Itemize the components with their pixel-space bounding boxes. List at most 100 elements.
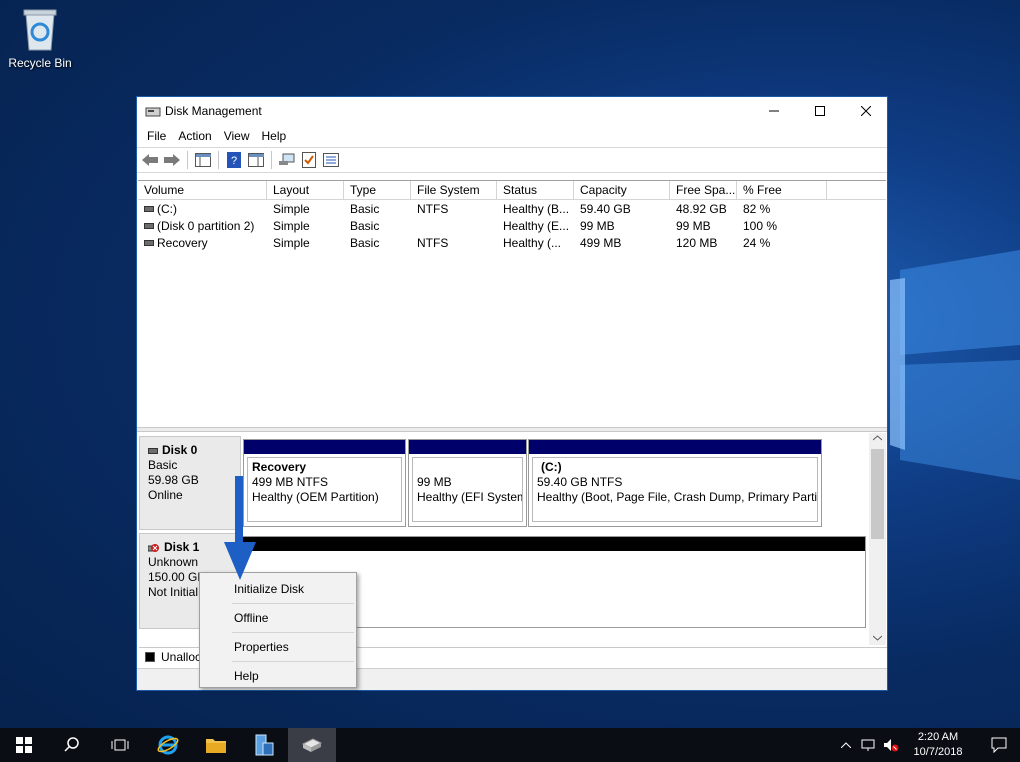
- column-header-volume[interactable]: Volume: [138, 181, 267, 199]
- show-hide-console-tree-button[interactable]: [194, 151, 212, 169]
- close-icon: [861, 106, 871, 116]
- server-manager-button[interactable]: [240, 728, 288, 762]
- menu-item-help[interactable]: Help: [200, 662, 356, 690]
- partition-size: 99 MB: [417, 475, 452, 489]
- search-icon: [64, 737, 79, 752]
- help-button[interactable]: ?: [225, 151, 243, 169]
- menu-help[interactable]: Help: [256, 129, 293, 143]
- pane-splitter[interactable]: [137, 427, 887, 432]
- toolbar: ?: [137, 147, 887, 173]
- cell-percent-free: 100 %: [743, 218, 778, 233]
- table-row[interactable]: (Disk 0 partition 2) Simple Basic Health…: [138, 217, 886, 234]
- cell-layout: Simple: [273, 235, 310, 250]
- cell-capacity: 59.40 GB: [580, 201, 631, 216]
- table-row[interactable]: Recovery Simple Basic NTFS Healthy (... …: [138, 234, 886, 251]
- column-header-status[interactable]: Status: [497, 181, 574, 199]
- windows-logo-icon: [16, 737, 32, 753]
- notification-icon: [991, 737, 1007, 753]
- back-button[interactable]: [141, 151, 159, 169]
- recycle-bin-icon: [23, 9, 57, 51]
- network-button[interactable]: [858, 728, 880, 762]
- properties-button[interactable]: [300, 151, 318, 169]
- partition-c[interactable]: (C:) 59.40 GB NTFS Healthy (Boot, Page F…: [528, 439, 822, 527]
- minimize-icon: [769, 110, 779, 112]
- scroll-up-icon: [873, 435, 882, 441]
- internet-explorer-button[interactable]: [144, 728, 192, 762]
- disk-0-name: Disk 0: [162, 443, 198, 457]
- cell-capacity: 99 MB: [580, 218, 615, 233]
- disk-management-taskbar-button[interactable]: [288, 728, 336, 762]
- forward-button[interactable]: [163, 151, 181, 169]
- cell-type: Basic: [350, 218, 380, 233]
- disk-management-icon: [301, 738, 323, 752]
- scrollbar-thumb[interactable]: [871, 449, 884, 539]
- server-manager-icon: [255, 734, 274, 756]
- maximize-button[interactable]: [797, 97, 843, 125]
- table-row[interactable]: (C:) Simple Basic NTFS Healthy (B... 59.…: [138, 200, 886, 217]
- disk-1-name: Disk 1: [164, 540, 200, 554]
- action-center-button[interactable]: [978, 728, 1020, 762]
- partition-size: 499 MB NTFS: [252, 475, 329, 489]
- menu-item-properties[interactable]: Properties: [200, 633, 356, 661]
- cell-free-space: 99 MB: [676, 218, 711, 233]
- disk-management-app-icon: [145, 107, 161, 117]
- column-header-file-system[interactable]: File System: [411, 181, 497, 199]
- recycle-bin-desktop-icon[interactable]: Recycle Bin: [4, 6, 76, 70]
- column-header-percent-free[interactable]: % Free: [737, 181, 827, 199]
- disk-0-status: Online: [148, 488, 183, 502]
- column-header-free-space[interactable]: Free Spa...: [670, 181, 737, 199]
- disk-0-partitions: Recovery 499 MB NTFS Healthy (OEM Partit…: [242, 436, 822, 530]
- maximize-icon: [815, 106, 825, 116]
- cell-type: Basic: [350, 235, 380, 250]
- file-explorer-button[interactable]: [192, 728, 240, 762]
- menu-action[interactable]: Action: [172, 129, 217, 143]
- column-header-type[interactable]: Type: [344, 181, 411, 199]
- system-tray: 2:20 AM 10/7/2018: [834, 728, 1020, 762]
- task-view-icon: [111, 739, 129, 751]
- minimize-button[interactable]: [751, 97, 797, 125]
- column-header-filler: [827, 181, 886, 199]
- menu-item-offline[interactable]: Offline: [200, 604, 356, 632]
- window-title: Disk Management: [165, 104, 262, 118]
- cell-layout: Simple: [273, 201, 310, 216]
- cell-status: Healthy (E...: [503, 218, 570, 233]
- clock-date: 10/7/2018: [913, 746, 963, 758]
- show-action-pane-button[interactable]: [247, 151, 265, 169]
- help-book-icon: ?: [227, 152, 241, 168]
- graphical-view-scrollbar[interactable]: [869, 433, 886, 645]
- column-header-layout[interactable]: Layout: [267, 181, 344, 199]
- action-pane-icon: [248, 153, 264, 167]
- volume-list: Volume Layout Type File System Status Ca…: [138, 180, 886, 426]
- show-hidden-icons-button[interactable]: [834, 728, 858, 762]
- start-button[interactable]: [0, 728, 48, 762]
- cell-status: Healthy (B...: [503, 201, 570, 216]
- chevron-up-icon: [841, 742, 851, 748]
- disk-0-type: Basic: [148, 458, 178, 472]
- column-header-capacity[interactable]: Capacity: [574, 181, 670, 199]
- title-bar[interactable]: Disk Management: [137, 97, 887, 125]
- search-button[interactable]: [48, 728, 96, 762]
- volume-list-header: Volume Layout Type File System Status Ca…: [138, 181, 886, 200]
- view-list-button[interactable]: [322, 151, 340, 169]
- drive-icon: [144, 222, 154, 229]
- clock[interactable]: 2:20 AM 10/7/2018: [910, 730, 966, 760]
- volume-button[interactable]: [880, 728, 902, 762]
- drive-icon: [144, 205, 154, 212]
- close-button[interactable]: [843, 97, 889, 125]
- disk-icon: [148, 447, 158, 454]
- cell-volume: Recovery: [157, 235, 208, 250]
- task-view-button[interactable]: [96, 728, 144, 762]
- speaker-muted-icon: [884, 739, 899, 752]
- drive-icon: [144, 239, 154, 246]
- partition-efi[interactable]: 99 MB Healthy (EFI System: [408, 439, 527, 527]
- menu-file[interactable]: File: [141, 129, 172, 143]
- partition-status: Healthy (EFI System: [417, 490, 523, 504]
- internet-explorer-icon: [157, 735, 179, 755]
- back-arrow-icon: [142, 154, 158, 166]
- menu-view[interactable]: View: [218, 129, 256, 143]
- cell-layout: Simple: [273, 218, 310, 233]
- connect-button[interactable]: [278, 151, 296, 169]
- connect-computer-icon: [279, 153, 295, 165]
- menu-bar: File Action View Help: [137, 125, 887, 147]
- partition-recovery[interactable]: Recovery 499 MB NTFS Healthy (OEM Partit…: [243, 439, 406, 527]
